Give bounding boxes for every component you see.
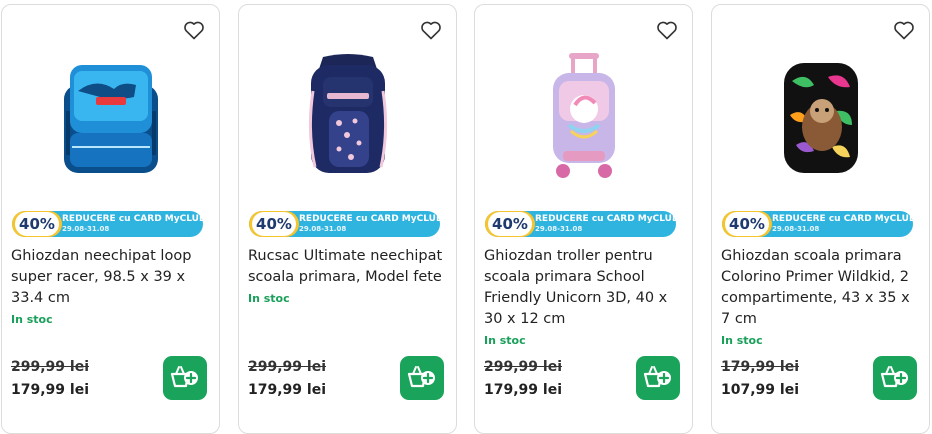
promo-badge: 40% REDUCERE cu CARD MyCLUB 29.08-31.08 <box>249 211 443 237</box>
promo-text: REDUCERE cu CARD MyCLUB <box>535 214 679 224</box>
product-image[interactable] <box>56 51 166 181</box>
promo-date: 29.08-31.08 <box>299 225 347 233</box>
product-card[interactable]: 40% REDUCERE cu CARD MyCLUB 29.08-31.08 … <box>474 4 693 434</box>
new-price: 179,99 lei <box>484 382 562 398</box>
promo-badge: 40% REDUCERE cu CARD MyCLUB 29.08-31.08 <box>12 211 206 237</box>
product-card[interactable]: 40% REDUCERE cu CARD MyCLUB 29.08-31.08 … <box>711 4 930 434</box>
product-title[interactable]: Rucsac Ultimate neechipat scoala primara… <box>248 246 448 288</box>
product-title[interactable]: Ghiozdan scoala primara Colorino Primer … <box>721 246 921 330</box>
product-image[interactable] <box>766 51 876 181</box>
product-card[interactable]: 40% REDUCERE cu CARD MyCLUB 29.08-31.08 … <box>1 4 220 434</box>
heart-icon[interactable] <box>892 18 916 42</box>
basket-plus-icon <box>880 366 908 388</box>
product-image[interactable] <box>293 51 403 181</box>
new-price: 179,99 lei <box>11 382 89 398</box>
product-title[interactable]: Ghiozdan troller pentru scoala primara S… <box>484 246 684 330</box>
product-image[interactable] <box>529 51 639 181</box>
promo-date: 29.08-31.08 <box>62 225 110 233</box>
add-to-cart-button[interactable] <box>400 356 444 400</box>
old-price: 299,99 lei <box>248 359 326 375</box>
promo-percent: 40% <box>725 212 769 236</box>
promo-text: REDUCERE cu CARD MyCLUB <box>299 214 443 224</box>
new-price: 107,99 lei <box>721 382 799 398</box>
promo-percent: 40% <box>488 212 532 236</box>
heart-icon[interactable] <box>182 18 206 42</box>
heart-icon[interactable] <box>419 18 443 42</box>
basket-plus-icon <box>407 366 435 388</box>
old-price: 179,99 lei <box>721 359 799 375</box>
old-price: 299,99 lei <box>11 359 89 375</box>
add-to-cart-button[interactable] <box>163 356 207 400</box>
add-to-cart-button[interactable] <box>873 356 917 400</box>
stock-status: In stoc <box>721 334 763 347</box>
promo-date: 29.08-31.08 <box>772 225 820 233</box>
promo-badge: 40% REDUCERE cu CARD MyCLUB 29.08-31.08 <box>485 211 679 237</box>
basket-plus-icon <box>643 366 671 388</box>
promo-text: REDUCERE cu CARD MyCLUB <box>772 214 916 224</box>
promo-date: 29.08-31.08 <box>535 225 583 233</box>
heart-icon[interactable] <box>655 18 679 42</box>
product-title[interactable]: Ghiozdan neechipat loop super racer, 98.… <box>11 246 211 309</box>
stock-status: In stoc <box>11 313 53 326</box>
new-price: 179,99 lei <box>248 382 326 398</box>
stock-status: In stoc <box>484 334 526 347</box>
old-price: 299,99 lei <box>484 359 562 375</box>
basket-plus-icon <box>170 366 198 388</box>
product-card[interactable]: 40% REDUCERE cu CARD MyCLUB 29.08-31.08 … <box>238 4 457 434</box>
stock-status: In stoc <box>248 292 290 305</box>
promo-percent: 40% <box>15 212 59 236</box>
add-to-cart-button[interactable] <box>636 356 680 400</box>
promo-text: REDUCERE cu CARD MyCLUB <box>62 214 206 224</box>
promo-percent: 40% <box>252 212 296 236</box>
promo-badge: 40% REDUCERE cu CARD MyCLUB 29.08-31.08 <box>722 211 916 237</box>
